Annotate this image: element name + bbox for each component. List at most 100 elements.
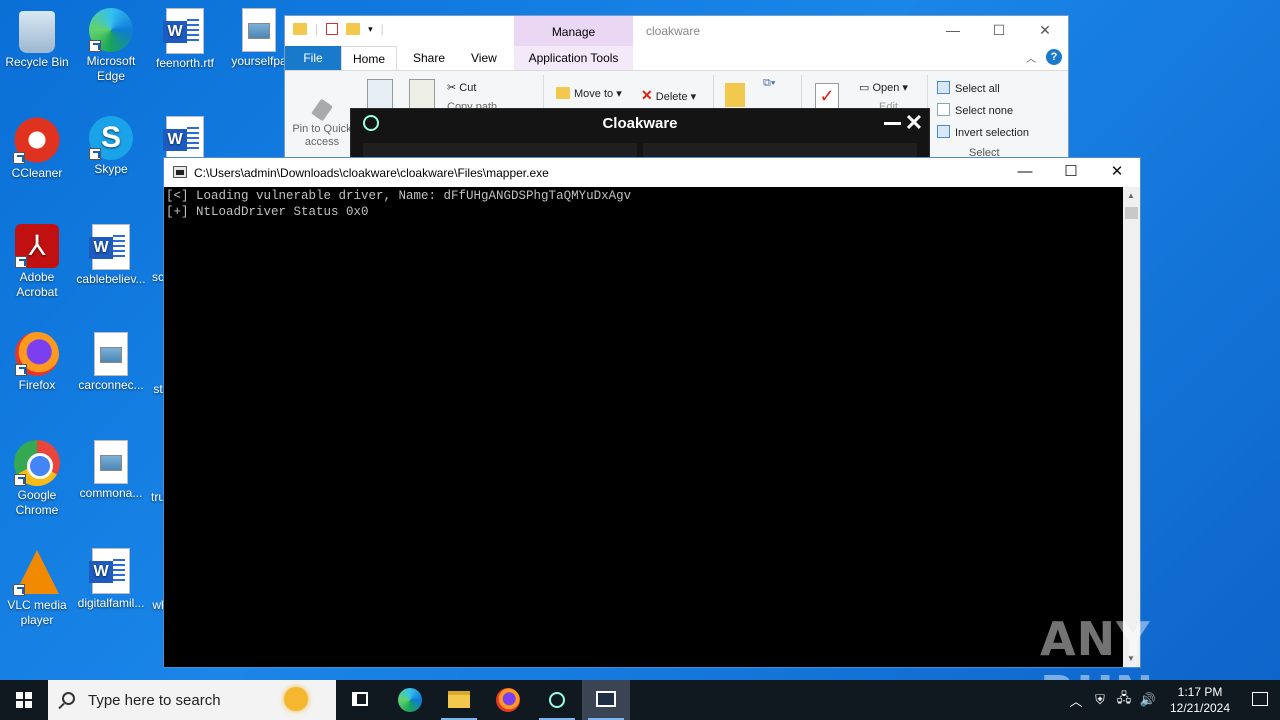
image-file-icon [242, 8, 276, 52]
system-tray: ︿ ⛨ 🖧 🔊 1:17 PM 12/21/2024 [1064, 680, 1280, 720]
move-to-button[interactable]: Move to ▾ [556, 87, 622, 100]
desktop-icon-carconnec[interactable]: carconnec... [74, 332, 148, 393]
desktop-icon-edge[interactable]: Microsoft Edge [74, 8, 148, 84]
volume-icon[interactable]: 🔊 [1136, 692, 1160, 708]
folder-icon [448, 691, 470, 708]
help-icon[interactable]: ? [1046, 49, 1062, 65]
desktop-icon-feenorth[interactable]: W feenorth.rtf [148, 8, 222, 71]
properties-icon[interactable] [326, 23, 339, 35]
console-icon [173, 166, 187, 178]
manage-tab[interactable]: Manage [514, 16, 633, 46]
console-window[interactable]: C:\Users\admin\Downloads\cloakware\cloak… [163, 157, 1141, 668]
ribbon-collapse-icon[interactable]: ︿ [1026, 50, 1036, 65]
edge-icon [398, 688, 422, 712]
explorer-titlebar[interactable]: | ▾ | Manage cloakware — ☐ ✕ [285, 16, 1068, 46]
cut-button[interactable]: ✂ Cut [447, 81, 476, 94]
desktop-icon-commona[interactable]: commona... [74, 440, 148, 501]
taskbar-firefox[interactable] [484, 680, 532, 720]
scrollbar-thumb[interactable] [1125, 207, 1138, 219]
desktop-icon-ccleaner[interactable]: CCleaner [0, 116, 74, 181]
explorer-title: cloakware [646, 24, 701, 38]
pin-icon [311, 98, 333, 122]
console-output[interactable]: [<] Loading vulnerable driver, Name: dFf… [164, 187, 1123, 667]
invert-selection-button[interactable]: Invert selection [937, 125, 1029, 139]
taskbar-edge[interactable] [386, 680, 434, 720]
chevron-down-icon[interactable]: ▾ [368, 24, 373, 35]
tab-application-tools[interactable]: Application Tools [514, 46, 633, 70]
network-icon[interactable]: 🖧 [1112, 689, 1136, 711]
search-highlight-icon [284, 687, 308, 711]
scroll-up-icon[interactable]: ▲ [1127, 191, 1135, 200]
taskbar-search-box[interactable]: Type here to search [48, 680, 336, 720]
task-view-button[interactable] [336, 680, 384, 720]
start-button[interactable] [0, 680, 48, 720]
taskbar-console[interactable] [582, 680, 630, 720]
checkmark-icon: ✓ [815, 83, 839, 109]
clock-time: 1:17 PM [1177, 685, 1223, 699]
desktop-icon-recycle-bin[interactable]: Recycle Bin [0, 8, 74, 70]
new-item-button[interactable]: ⧉▾ [763, 77, 775, 90]
minimize-button[interactable] [884, 122, 901, 125]
word-doc-icon: W [163, 116, 204, 162]
minimize-button[interactable]: — [930, 16, 976, 46]
task-view-icon [352, 692, 368, 706]
maximize-button[interactable]: ☐ [976, 16, 1022, 46]
ribbon-tabs: File Home Share View Application Tools ︿… [285, 46, 1068, 70]
select-none-button[interactable]: Select none [937, 103, 1013, 117]
console-line: [+] NtLoadDriver Status 0x0 [166, 205, 369, 219]
new-folder-icon[interactable] [346, 23, 361, 35]
desktop-icon-firefox[interactable]: Firefox [0, 332, 74, 393]
new-item-icon: ⧉▾ [763, 77, 776, 89]
word-doc-icon: W [89, 548, 130, 594]
open-icon: ▭ [859, 82, 873, 94]
new-folder-button[interactable] [725, 83, 745, 107]
tab-home[interactable]: Home [341, 46, 397, 70]
console-titlebar[interactable]: C:\Users\admin\Downloads\cloakware\cloak… [164, 158, 1140, 187]
close-button[interactable]: ✕ [903, 109, 925, 137]
invert-selection-icon [937, 125, 950, 138]
close-button[interactable]: ✕ [1022, 16, 1068, 46]
cloakware-titlebar[interactable]: Cloakware ✕ [351, 109, 929, 139]
copy-icon [367, 79, 393, 109]
close-button[interactable]: ✕ [1094, 158, 1140, 187]
minimize-button[interactable]: — [1002, 158, 1048, 187]
defender-icon[interactable]: ⛨ [1088, 692, 1112, 708]
clock-date: 12/21/2024 [1169, 701, 1231, 715]
recycle-bin-icon [19, 11, 55, 53]
quick-access-toolbar: | ▾ | [293, 22, 384, 36]
paste-icon [409, 79, 435, 109]
notification-button[interactable] [1240, 680, 1280, 720]
taskbar: Type here to search ︿ ⛨ 🖧 🔊 1:17 PM 12/2… [0, 680, 1280, 720]
taskbar-file-explorer[interactable] [435, 680, 483, 720]
tab-file[interactable]: File [285, 46, 341, 70]
desktop-icon-cablebeliev[interactable]: W cablebeliev... [74, 224, 148, 287]
search-icon [62, 692, 75, 705]
firefox-icon [15, 332, 59, 376]
desktop-icon-vlc[interactable]: VLC media player [0, 548, 74, 628]
select-all-button[interactable]: Select all [937, 81, 1000, 95]
desktop-icon-skype[interactable]: S Skype [74, 116, 148, 177]
delete-button[interactable]: ✕ Delete ▾ [641, 87, 696, 104]
ccleaner-icon [13, 116, 61, 164]
pin-to-quick-access-button[interactable]: Pin to Quick access [289, 98, 355, 149]
paste-button[interactable] [409, 79, 435, 109]
taskbar-cloakware[interactable] [533, 680, 581, 720]
desktop-icon-acrobat[interactable]: ⅄ Adobe Acrobat [0, 224, 74, 300]
tab-view[interactable]: View [471, 46, 497, 70]
copy-button[interactable] [367, 79, 393, 109]
console-line: [<] Loading vulnerable driver, Name: dFf… [166, 189, 632, 203]
tab-share[interactable]: Share [413, 46, 445, 70]
chevron-up-icon[interactable]: ︿ [1064, 691, 1088, 710]
clock[interactable]: 1:17 PM 12/21/2024 [1160, 684, 1240, 716]
properties-button[interactable]: ✓ [815, 83, 839, 109]
firefox-icon [496, 688, 520, 712]
maximize-button[interactable]: ☐ [1048, 158, 1094, 187]
cloakware-logo-icon [363, 115, 379, 131]
console-scrollbar[interactable]: ▲ ▼ [1123, 187, 1140, 667]
edge-icon [89, 8, 133, 52]
open-button[interactable]: ▭ Open ▾ [859, 81, 908, 94]
desktop-icon-digitalfamil[interactable]: W digitalfamil... [74, 548, 148, 611]
notification-icon [1252, 692, 1268, 706]
desktop-icon-chrome[interactable]: Google Chrome [0, 440, 74, 518]
vlc-icon [13, 548, 61, 596]
